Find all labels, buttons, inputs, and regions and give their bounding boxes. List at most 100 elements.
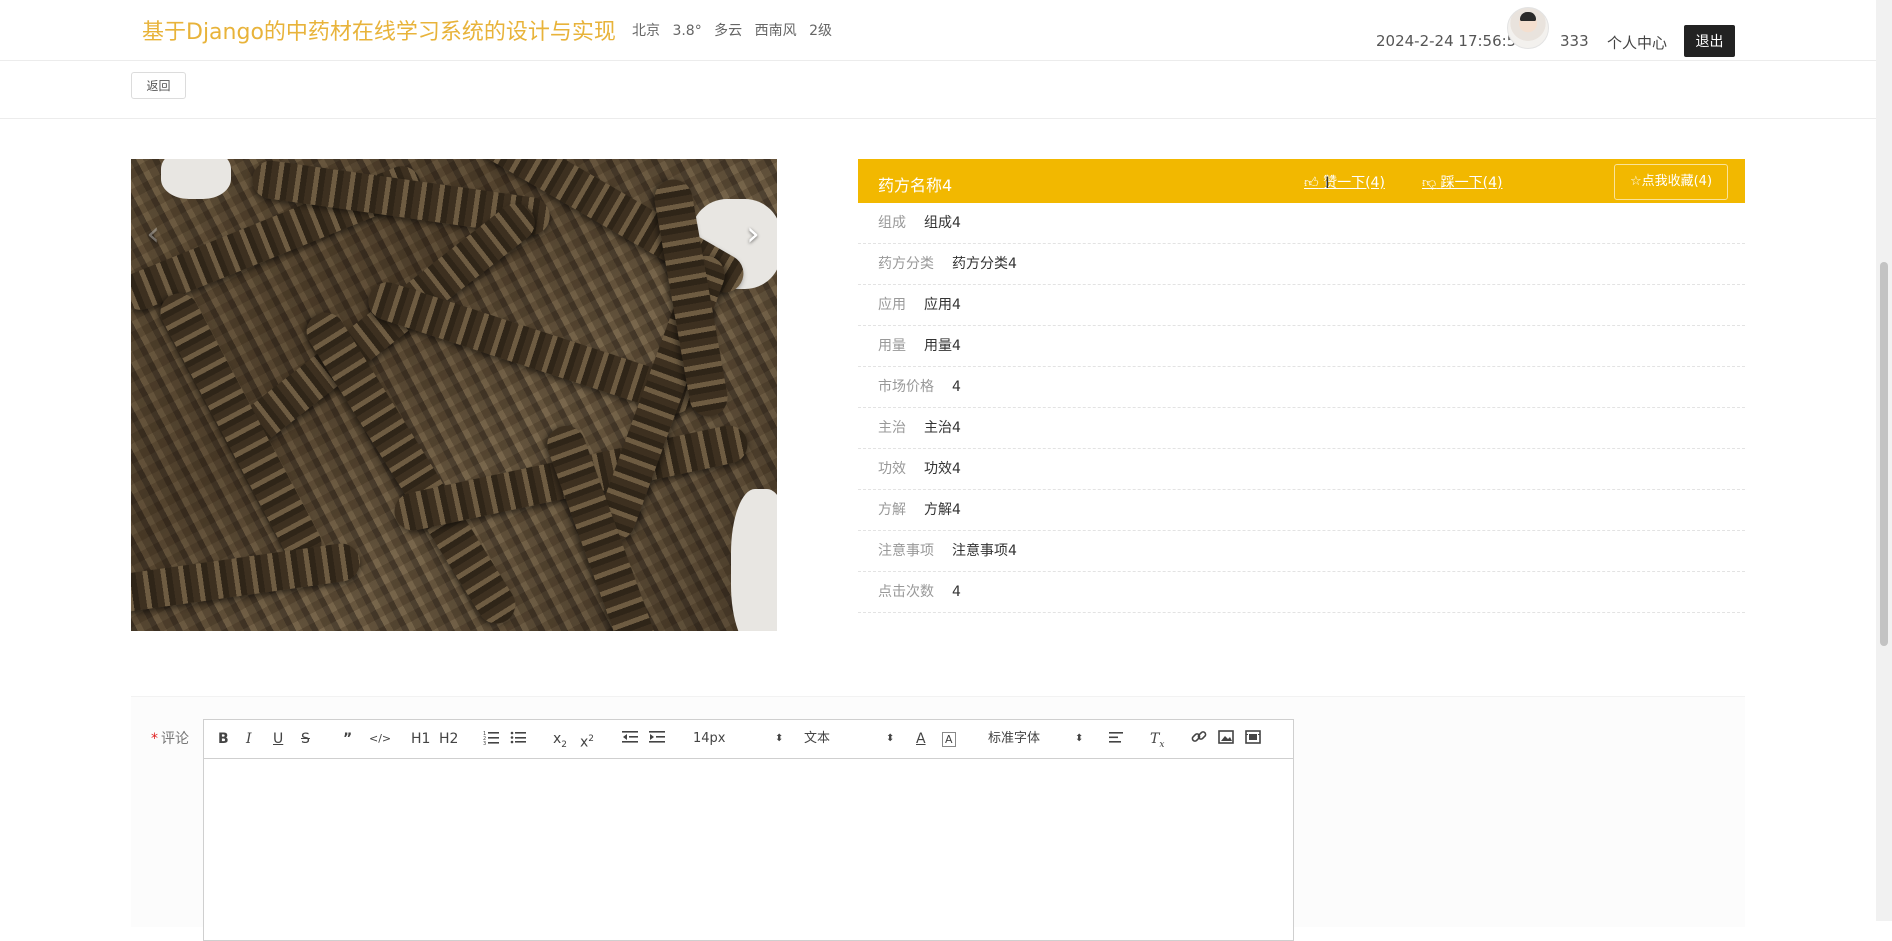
align-icon[interactable] [1109,729,1125,745]
select-caret-icon: ⬍ [775,733,784,744]
user-center-link[interactable]: 个人中心 [1607,32,1667,53]
detail-row-value: 注意事项4 [952,543,1017,559]
weather-info: 北京 3.8° 多云 西南风 2级 [632,20,840,40]
back-bar: 返回 [0,61,1876,119]
bullet-list-icon[interactable] [510,729,526,745]
carousel-prev-icon[interactable]: ‹ [138,214,168,254]
header-select[interactable]: 文本 ⬍ [804,729,894,749]
background-color-icon[interactable]: A [942,732,956,747]
font-family-value: 标准字体 [988,731,1041,746]
comment-input[interactable] [204,759,1293,939]
detail-rows: 组成 组成4 药方分类 药方分类4 应用 应用4 用量 用量4 市场价格 4 主治 主治4 功效 功效4 方… [858,203,1745,613]
select-caret-icon: ⬍ [1075,733,1084,744]
detail-row-key: 功效 [878,461,906,477]
thumbs-up-icon: 👍︎ [1304,175,1319,191]
prescription-name: 药方名称4 [878,176,953,195]
like-label: 赞一下(4) [1323,175,1385,191]
comment-label-text: 评论 [161,731,189,747]
thumbs-down-icon: 👎︎ [1422,175,1437,191]
detail-row-value: 药方分类4 [952,256,1017,272]
back-button[interactable]: 返回 [131,72,186,99]
superscript-icon[interactable]: x2 [580,729,594,753]
detail-row-key: 注意事项 [878,543,934,559]
weather-condition: 多云 [714,23,743,39]
detail-row: 点击次数 4 [858,572,1745,613]
subscript-icon[interactable]: x2 [553,729,567,755]
ordered-list-icon[interactable]: 123 [483,729,499,745]
image-background-patch [161,159,231,199]
svg-text:3: 3 [483,741,486,745]
image-icon[interactable] [1218,729,1234,745]
code-block-icon[interactable]: </> [369,729,391,749]
header-1-icon[interactable]: H1 [411,729,430,749]
select-caret-icon: ⬍ [886,733,895,744]
detail-row-key: 药方分类 [878,256,934,272]
logout-button[interactable]: 退出 [1684,25,1735,57]
herb-image-carousel[interactable] [131,159,777,631]
link-icon[interactable] [1191,729,1207,745]
detail-row-key: 主治 [878,420,906,436]
like-button[interactable]: 👍︎ 赞一下(4) [1304,172,1385,192]
star-icon: ☆ [1629,174,1642,189]
h2-label: H2 [439,731,459,747]
collect-label: 点我收藏(4) [1641,174,1713,189]
required-mark: * [151,731,158,747]
detail-row-value: 主治4 [924,420,961,436]
detail-row-value: 4 [952,379,961,395]
bold-icon[interactable]: B [218,729,229,749]
video-icon[interactable] [1245,729,1261,745]
detail-row-key: 市场价格 [878,379,934,395]
detail-row: 应用 应用4 [858,285,1745,326]
weather-level: 2级 [809,23,832,39]
detail-row-value: 4 [952,584,961,600]
font-color-icon[interactable]: A [916,729,926,749]
current-datetime: 2024-2-24 17:56:50 [1376,32,1526,50]
collect-button[interactable]: ☆点我收藏(4) [1614,164,1728,200]
detail-row: 功效 功效4 [858,449,1745,490]
detail-row: 组成 组成4 [858,203,1745,244]
font-size-select[interactable]: 14px ⬍ [693,729,783,749]
detail-row: 主治 主治4 [858,408,1745,449]
text-cursor-icon: I [1325,173,1330,192]
dislike-label: 踩一下(4) [1440,175,1503,191]
outdent-icon[interactable] [622,729,638,745]
avatar[interactable] [1507,7,1549,49]
herb-root [131,541,363,615]
clear-format-icon[interactable]: Tx [1150,729,1164,755]
weather-temp: 3.8° [672,23,702,39]
detail-row-value: 方解4 [924,502,961,518]
detail-row: 市场价格 4 [858,367,1745,408]
detail-row-value: 功效4 [924,461,961,477]
detail-row-key: 点击次数 [878,584,934,600]
detail-row-value: 应用4 [924,297,961,313]
image-background-patch [731,489,777,631]
detail-row-key: 方解 [878,502,906,518]
editor-toolbar: B I U S ” </> H1 H2 123 x2 x2 14px ⬍ 文本 … [204,720,1293,759]
header-select-value: 文本 [804,731,831,746]
site-title[interactable]: 基于Django的中药材在线学习系统的设计与实现 [142,14,616,46]
detail-row: 用量 用量4 [858,326,1745,367]
detail-row-value: 组成4 [924,215,961,231]
herb-root [153,286,329,570]
scrollbar-thumb[interactable] [1880,262,1888,646]
username: 333 [1560,32,1589,50]
indent-icon[interactable] [649,729,665,745]
weather-wind: 西南风 [754,23,797,39]
font-family-select[interactable]: 标准字体 ⬍ [988,729,1083,749]
detail-header: 药方名称4 👍︎ 赞一下(4) 👎︎ 踩一下(4) ☆点我收藏(4) [858,159,1745,203]
comment-form: * 评论 B I U S ” </> H1 H2 123 x2 x2 14px … [131,696,1745,941]
page-scrollbar[interactable] [1876,0,1892,921]
carousel-next-icon[interactable]: › [738,214,768,254]
strike-icon[interactable]: S [301,729,310,749]
detail-row: 方解 方解4 [858,490,1745,531]
italic-icon[interactable]: I [246,729,252,749]
font-size-value: 14px [693,731,726,746]
header-2-icon[interactable]: H2 [439,729,458,749]
detail-row: 药方分类 药方分类4 [858,244,1745,285]
detail-row-key: 组成 [878,215,906,231]
dislike-button[interactable]: 👎︎ 踩一下(4) [1422,172,1503,192]
underline-icon[interactable]: U [273,729,283,749]
comment-label: * 评论 [151,728,189,748]
detail-row-key: 应用 [878,297,906,313]
blockquote-icon[interactable]: ” [343,729,352,749]
